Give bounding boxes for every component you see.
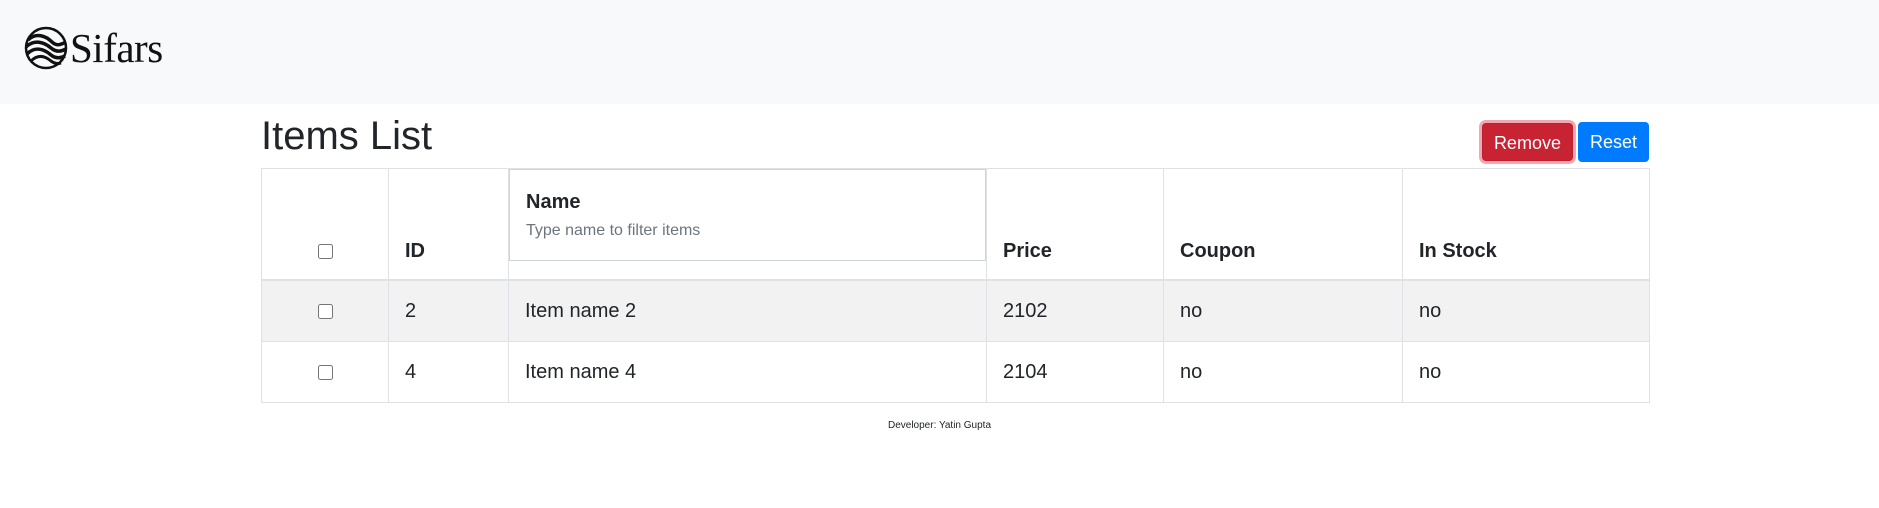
brand-link[interactable]: Sifars bbox=[24, 26, 163, 70]
reset-button[interactable]: Reset bbox=[1577, 122, 1649, 162]
header-row: Items List Remove Reset bbox=[261, 104, 1649, 168]
cell-id: 4 bbox=[388, 341, 509, 403]
column-header-price[interactable]: Price bbox=[986, 168, 1164, 281]
row-select-cell bbox=[261, 279, 389, 342]
cell-in-stock: no bbox=[1402, 341, 1650, 403]
cell-name: Item name 4 bbox=[508, 341, 987, 403]
page-title: Items List bbox=[261, 114, 433, 158]
sifars-wave-logo-icon bbox=[24, 26, 68, 70]
name-filter-box: Name bbox=[509, 169, 986, 261]
footer-credit: Developer: Yatin Gupta bbox=[887, 420, 992, 431]
cell-id: 2 bbox=[388, 279, 509, 342]
brand-name: Sifars bbox=[70, 25, 163, 71]
row-checkbox[interactable] bbox=[317, 303, 333, 319]
row-checkbox[interactable] bbox=[317, 364, 333, 380]
column-header-name: Name bbox=[508, 168, 987, 281]
column-header-id[interactable]: ID bbox=[388, 168, 509, 281]
table-row[interactable]: 4 Item name 4 2104 no no bbox=[261, 341, 1650, 403]
navbar: Sifars bbox=[0, 0, 1879, 104]
table-row[interactable]: 2 Item name 2 2102 no no bbox=[261, 279, 1650, 342]
table-header-row: ID Name Price Coupon In Stock bbox=[261, 168, 1650, 281]
select-all-cell bbox=[261, 168, 389, 281]
column-header-coupon[interactable]: Coupon bbox=[1163, 168, 1403, 281]
column-header-in-stock[interactable]: In Stock bbox=[1402, 168, 1650, 281]
name-header-label[interactable]: Name bbox=[526, 190, 969, 214]
remove-button[interactable]: Remove bbox=[1481, 123, 1573, 161]
row-select-cell bbox=[261, 341, 389, 403]
select-all-checkbox[interactable] bbox=[317, 244, 333, 260]
cell-name: Item name 2 bbox=[508, 279, 987, 342]
action-buttons: Remove Reset bbox=[1481, 122, 1649, 162]
items-table: ID Name Price Coupon In Stock 2 Item nam… bbox=[261, 168, 1650, 403]
cell-in-stock: no bbox=[1402, 279, 1650, 342]
name-filter-input[interactable] bbox=[526, 222, 969, 240]
cell-price: 2104 bbox=[986, 341, 1164, 403]
cell-coupon: no bbox=[1163, 341, 1403, 403]
cell-coupon: no bbox=[1163, 279, 1403, 342]
main-container: Items List Remove Reset ID Name Type nam… bbox=[261, 104, 1650, 403]
cell-price: 2102 bbox=[986, 279, 1164, 342]
